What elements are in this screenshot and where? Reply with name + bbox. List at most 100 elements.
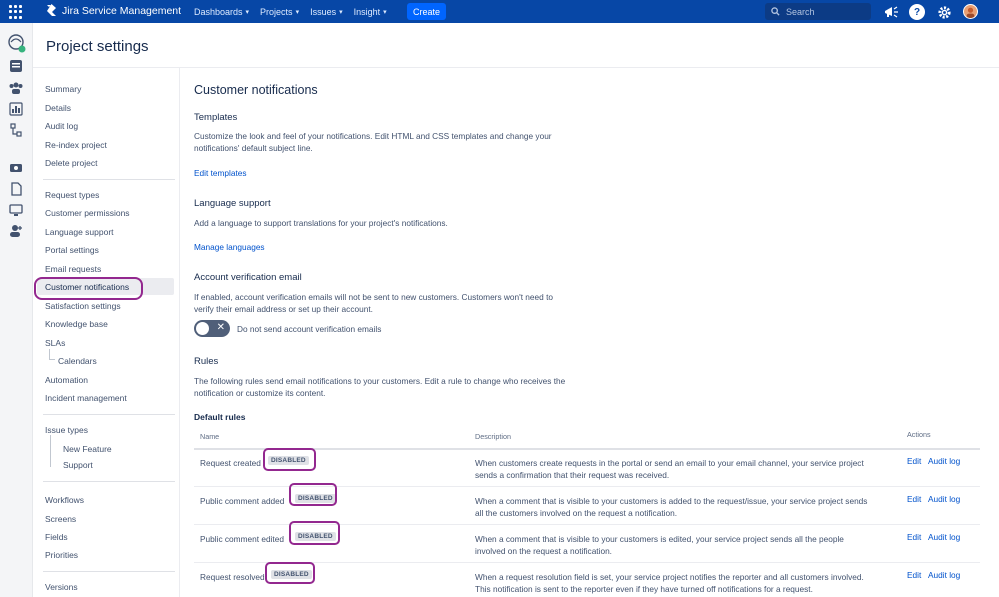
- project-avatar-icon[interactable]: [6, 33, 26, 53]
- audit-log-link[interactable]: Audit log: [928, 494, 960, 504]
- sidebar-item-incident-management[interactable]: Incident management: [45, 393, 127, 403]
- sidebar-item-screens[interactable]: Screens: [45, 514, 76, 524]
- edit-rule-link[interactable]: Edit: [907, 532, 921, 542]
- top-navigation: Jira Service Management Dashboards ▾ Proj…: [0, 0, 999, 23]
- sidebar-item-portal-settings[interactable]: Portal settings: [45, 245, 99, 255]
- menu-label: Insight: [353, 6, 381, 17]
- sidebar-item-language-support[interactable]: Language support: [45, 227, 114, 237]
- sidebar-item-priorities[interactable]: Priorities: [45, 550, 78, 560]
- audit-log-link[interactable]: Audit log: [928, 456, 960, 466]
- menu-label: Projects: [260, 6, 293, 17]
- sidebar-item-new-feature[interactable]: New Feature: [63, 444, 112, 454]
- chevron-down-icon: ▾: [295, 8, 300, 16]
- sidebar-item-support[interactable]: Support: [63, 460, 93, 470]
- edit-rule-link[interactable]: Edit: [907, 494, 921, 504]
- queues-icon[interactable]: [9, 59, 23, 73]
- settings-sidebar: Summary Details Audit log Re-index proje…: [33, 68, 180, 597]
- help-icon[interactable]: ?: [909, 4, 925, 20]
- jira-logo-icon: [47, 4, 56, 16]
- product-logo[interactable]: Jira Service Management: [46, 4, 181, 17]
- rule-description: When customers create requests in the po…: [475, 458, 864, 480]
- verification-toggle[interactable]: ✕: [194, 320, 230, 337]
- settings-gear-icon[interactable]: [936, 4, 952, 20]
- column-header-description: Description: [475, 432, 511, 441]
- verification-toggle-label: Do not send account verification emails: [237, 324, 382, 334]
- sidebar-divider: [43, 414, 175, 415]
- close-icon: ✕: [216, 322, 225, 333]
- rule-name: Public comment edited: [200, 534, 284, 544]
- search-placeholder: Search: [786, 6, 815, 17]
- rule-description: When a comment that is visible to your c…: [475, 534, 844, 556]
- default-rules-heading: Default rules: [194, 412, 246, 422]
- sidebar-item-workflows[interactable]: Workflows: [45, 495, 84, 505]
- section-title: Customer notifications: [194, 83, 318, 97]
- search-icon: [771, 7, 780, 16]
- components-icon[interactable]: [9, 123, 23, 137]
- search-input[interactable]: Search: [765, 3, 871, 20]
- tree-connector: [50, 435, 56, 467]
- project-icon-rail: [0, 23, 33, 597]
- templates-heading: Templates: [194, 112, 238, 123]
- annotation-oval: [289, 483, 337, 506]
- menu-dashboards[interactable]: Dashboards ▾: [194, 7, 249, 17]
- column-header-name: Name: [200, 432, 220, 441]
- sidebar-item-slas[interactable]: SLAs: [45, 338, 65, 348]
- sidebar-item-email-requests[interactable]: Email requests: [45, 264, 101, 274]
- sidebar-item-delete-project[interactable]: Delete project: [45, 158, 97, 168]
- menu-projects[interactable]: Projects ▾: [260, 7, 299, 17]
- language-support-description: Add a language to support translations f…: [194, 218, 448, 228]
- edit-rule-link[interactable]: Edit: [907, 456, 921, 466]
- language-support-heading: Language support: [194, 198, 271, 209]
- chevron-down-icon: ▾: [339, 8, 343, 16]
- tree-connector: [49, 349, 55, 360]
- edit-rule-link[interactable]: Edit: [907, 570, 921, 580]
- reports-icon[interactable]: [9, 102, 23, 116]
- monitor-icon[interactable]: [9, 203, 23, 217]
- sidebar-item-knowledge-base[interactable]: Knowledge base: [45, 319, 108, 329]
- app-switcher-icon[interactable]: [9, 5, 23, 19]
- sidebar-item-customer-permissions[interactable]: Customer permissions: [45, 208, 130, 218]
- avatar[interactable]: [963, 4, 978, 19]
- sidebar-item-satisfaction-settings[interactable]: Satisfaction settings: [45, 301, 121, 311]
- sidebar-item-reindex-project[interactable]: Re-index project: [45, 140, 107, 150]
- edit-templates-link[interactable]: Edit templates: [194, 168, 247, 178]
- sidebar-item-fields[interactable]: Fields: [45, 532, 68, 542]
- sidebar-item-automation[interactable]: Automation: [45, 375, 88, 385]
- page-title: Project settings: [46, 38, 149, 55]
- sidebar-item-summary[interactable]: Summary: [45, 84, 81, 94]
- customers-icon[interactable]: [9, 81, 23, 95]
- rule-description: When a request resolution field is set, …: [475, 572, 864, 594]
- sidebar-item-audit-log[interactable]: Audit log: [45, 121, 78, 131]
- sidebar-item-calendars[interactable]: Calendars: [58, 356, 97, 366]
- account-verification-heading: Account verification email: [194, 272, 302, 283]
- sidebar-divider: [43, 179, 175, 180]
- notifications-icon[interactable]: [883, 4, 899, 20]
- create-button[interactable]: Create: [407, 3, 446, 20]
- manage-languages-link[interactable]: Manage languages: [194, 242, 265, 252]
- sidebar-item-versions[interactable]: Versions: [45, 582, 78, 592]
- menu-issues[interactable]: Issues ▾: [310, 7, 343, 17]
- menu-label: Issues: [310, 6, 337, 17]
- rule-description: When a comment that is visible to your c…: [475, 496, 868, 518]
- toggle-knob: [196, 322, 209, 335]
- audit-log-link[interactable]: Audit log: [928, 570, 960, 580]
- sidebar-item-request-types[interactable]: Request types: [45, 190, 99, 200]
- annotation-oval: [34, 277, 143, 300]
- rules-heading: Rules: [194, 356, 219, 367]
- annotation-oval: [263, 448, 316, 471]
- annotation-oval: [265, 562, 315, 584]
- product-name: Jira Service Management: [62, 4, 182, 17]
- menu-label: Dashboards: [194, 6, 243, 17]
- templates-description: Customize the look and feel of your noti…: [194, 131, 552, 153]
- sidebar-item-details[interactable]: Details: [45, 103, 71, 113]
- sidebar-divider: [43, 571, 175, 572]
- sidebar-item-issue-types[interactable]: Issue types: [45, 425, 88, 435]
- rule-name: Request resolved: [200, 572, 265, 582]
- annotation-oval: [289, 521, 340, 545]
- add-people-icon[interactable]: [9, 224, 23, 238]
- channels-icon[interactable]: [9, 161, 23, 175]
- menu-insight[interactable]: Insight ▾: [354, 7, 387, 17]
- audit-log-link[interactable]: Audit log: [928, 532, 960, 542]
- account-verification-description: If enabled, account verification emails …: [194, 292, 553, 314]
- page-icon[interactable]: [9, 182, 23, 196]
